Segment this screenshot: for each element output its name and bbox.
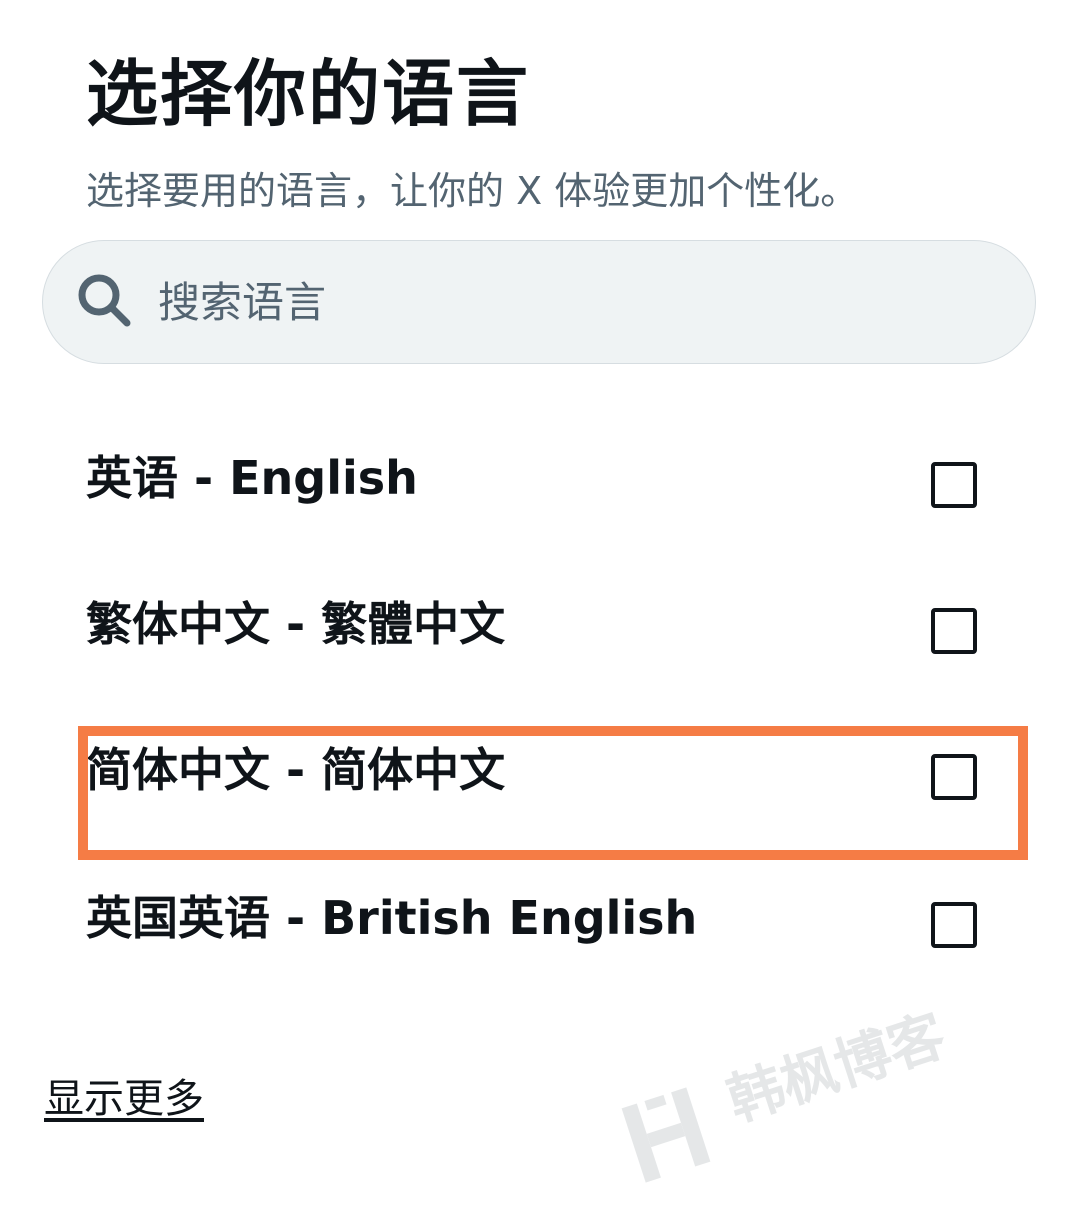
search-input[interactable] (158, 262, 998, 342)
language-item-british-english[interactable]: 英国英语 - British English (0, 888, 1080, 1008)
page-subtitle: 选择要用的语言，让你的 X 体验更加个性化。 (86, 169, 859, 213)
show-more-link[interactable]: 显示更多 (44, 1072, 204, 1126)
language-selection-page: 选择你的语言 选择要用的语言，让你的 X 体验更加个性化。 英语 - Engli… (0, 0, 1080, 1229)
search-icon (78, 274, 131, 327)
watermark-logo-icon (621, 1087, 711, 1183)
page-title: 选择你的语言 (86, 52, 531, 136)
highlight-box (78, 726, 1028, 860)
watermark-text: 韩枫博客 (720, 1003, 954, 1135)
language-label: 繁体中文 - 繁體中文 (86, 597, 506, 651)
language-label: 英语 - English (86, 451, 418, 505)
language-checkbox[interactable] (931, 902, 977, 948)
watermark: 韩枫博客 (620, 1003, 960, 1190)
language-item-english[interactable]: 英语 - English (0, 448, 1080, 568)
language-checkbox[interactable] (931, 608, 977, 654)
language-item-traditional-chinese[interactable]: 繁体中文 - 繁體中文 (0, 594, 1080, 714)
language-label: 英国英语 - British English (86, 891, 698, 945)
language-checkbox[interactable] (931, 462, 977, 508)
